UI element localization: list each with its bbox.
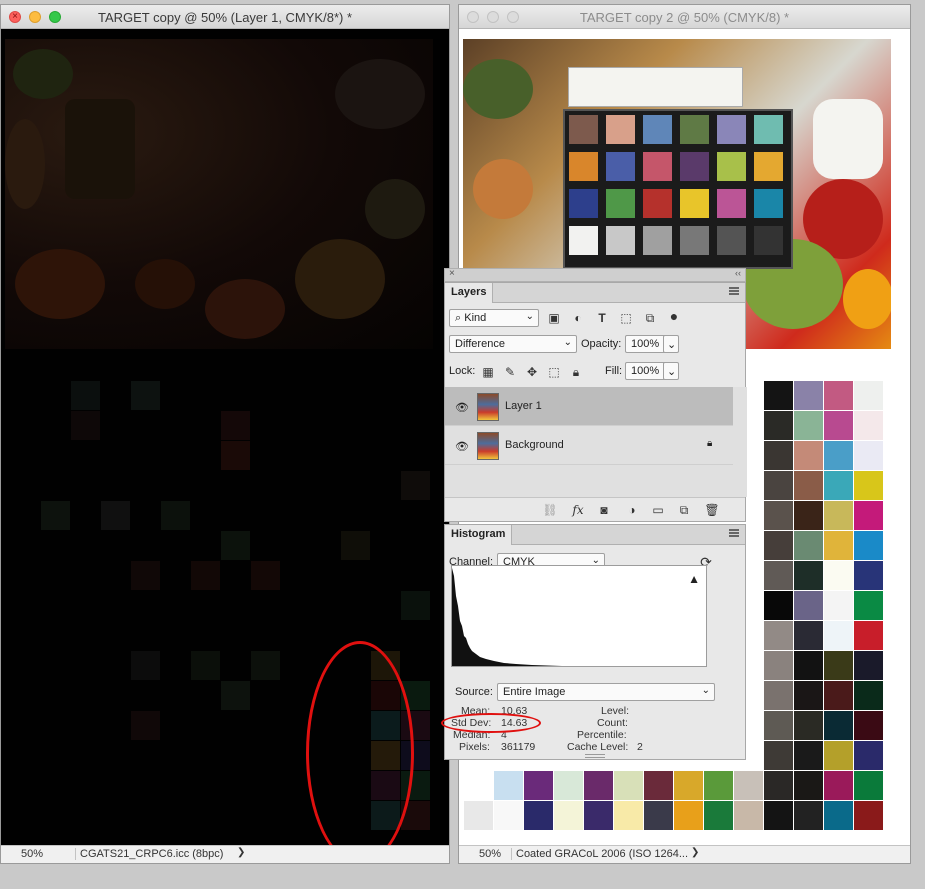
fill-label: Fill: bbox=[605, 365, 623, 377]
blend-mode-select[interactable]: Difference ⌄ bbox=[449, 335, 577, 353]
histogram-graph: ▲ bbox=[451, 565, 707, 667]
percentile-label: Percentile: bbox=[577, 729, 627, 741]
filter-adjustment-icon[interactable]: ◐ bbox=[569, 309, 587, 327]
link-layers-icon[interactable]: ⛓︎ bbox=[541, 501, 559, 519]
filter-smart-object-icon[interactable]: ⧉ bbox=[641, 309, 659, 327]
tab-histogram[interactable]: Histogram bbox=[445, 525, 513, 545]
chevron-down-icon: ⌄ bbox=[563, 337, 572, 348]
panel-menu-icon[interactable] bbox=[729, 287, 739, 295]
layer-row-background[interactable]: 👁︎ Background 🔒︎ bbox=[445, 426, 733, 465]
difference-image bbox=[5, 39, 433, 349]
layer-row-layer-1[interactable]: 👁︎ Layer 1 bbox=[445, 387, 733, 426]
lock-artboard-icon[interactable]: ⬚ bbox=[545, 363, 563, 381]
lock-icon: 🔒︎ bbox=[707, 438, 713, 449]
lock-position-move-icon[interactable]: ✥ bbox=[523, 363, 541, 381]
add-mask-icon[interactable]: ◙ bbox=[595, 501, 613, 519]
chevron-down-icon: ⌄ bbox=[525, 311, 534, 322]
opacity-value: 100% bbox=[631, 338, 660, 350]
chevron-down-icon[interactable]: ⌄ bbox=[663, 335, 679, 353]
document-window-layer1[interactable]: × TARGET copy @ 50% (Layer 1, CMYK/8*) * bbox=[0, 4, 450, 864]
filter-pixel-icon[interactable]: ▣ bbox=[545, 309, 563, 327]
panel-dock-header[interactable]: × ‹‹ bbox=[444, 268, 746, 282]
cache-level-label: Cache Level: bbox=[567, 741, 629, 753]
lock-transparency-icon[interactable]: ▦ bbox=[479, 363, 497, 381]
blend-mode-value: Difference bbox=[455, 338, 505, 350]
resize-grip-icon[interactable] bbox=[585, 754, 605, 758]
panel-menu-icon[interactable] bbox=[729, 529, 739, 537]
tab-layers[interactable]: Layers bbox=[445, 283, 494, 303]
layers-footer: ⛓︎ fx ◙ ◑ ▭ ⧉ 🗑︎ bbox=[445, 497, 745, 521]
source-value: Entire Image bbox=[503, 686, 566, 698]
count-label: Count: bbox=[597, 717, 628, 729]
chevron-right-icon[interactable]: ❯ bbox=[237, 847, 245, 858]
window-titlebar[interactable]: × TARGET copy @ 50% (Layer 1, CMYK/8*) * bbox=[1, 5, 449, 29]
layer-name[interactable]: Background bbox=[505, 439, 564, 451]
search-icon: ⌕ bbox=[455, 312, 462, 324]
red-annotation-ellipse bbox=[441, 713, 541, 733]
layers-panel: Layers ⌕ Kind ⌄ ▣ ◐ T ⬚ ⧉ ● Difference ⌄… bbox=[444, 282, 747, 522]
eye-visibility-icon[interactable]: 👁︎ bbox=[455, 440, 469, 453]
document-canvas[interactable] bbox=[1, 29, 449, 845]
opacity-label: Opacity: bbox=[581, 338, 622, 350]
new-group-folder-icon[interactable]: ▭ bbox=[649, 501, 667, 519]
histogram-tab-row: Histogram bbox=[445, 525, 745, 545]
histogram-panel: Histogram Channel: CMYK ⌄ ⟳ ▲ Source: En… bbox=[441, 524, 746, 760]
histogram-chart bbox=[452, 568, 562, 666]
warning-icon: ▲ bbox=[688, 572, 700, 586]
pixels-label: Pixels: bbox=[459, 741, 490, 753]
trash-icon[interactable]: 🗑︎ bbox=[703, 501, 721, 519]
filter-toggle-icon[interactable]: ● bbox=[665, 307, 683, 325]
document-profile[interactable]: CGATS21_CRPC6.icc (8bpc) bbox=[75, 848, 235, 860]
status-bar: 50% Coated GRACoL 2006 (ISO 1264... ❯ bbox=[459, 845, 910, 863]
kind-label: Kind bbox=[464, 312, 487, 324]
window-title: TARGET copy 2 @ 50% (CMYK/8) * bbox=[579, 10, 790, 25]
source-label: Source: bbox=[455, 686, 493, 698]
window-titlebar[interactable]: TARGET copy 2 @ 50% (CMYK/8) * bbox=[459, 5, 910, 29]
layer-thumbnail bbox=[477, 393, 499, 421]
fill-value: 100% bbox=[631, 365, 660, 377]
chevron-down-icon[interactable]: ⌄ bbox=[663, 362, 679, 380]
new-layer-icon[interactable]: ⧉ bbox=[675, 501, 693, 519]
layer-name[interactable]: Layer 1 bbox=[505, 400, 542, 412]
color-checker bbox=[563, 109, 793, 269]
filter-type-icon[interactable]: T bbox=[593, 309, 611, 327]
lock-image-brush-icon[interactable]: ✎ bbox=[501, 363, 519, 381]
eye-visibility-icon[interactable]: 👁︎ bbox=[455, 401, 469, 414]
cache-level-value: 2 bbox=[637, 741, 643, 753]
lock-label: Lock: bbox=[449, 365, 476, 377]
chevron-right-icon[interactable]: ❯ bbox=[691, 847, 699, 858]
chevron-down-icon: ⌄ bbox=[701, 685, 710, 696]
kind-filter-select[interactable]: ⌕ Kind ⌄ bbox=[449, 309, 539, 327]
layer-thumbnail bbox=[477, 432, 499, 460]
fx-button[interactable]: fx bbox=[569, 501, 587, 519]
source-select[interactable]: Entire Image ⌄ bbox=[497, 683, 715, 701]
document-profile[interactable]: Coated GRACoL 2006 (ISO 1264... bbox=[511, 848, 691, 860]
ruler-card bbox=[568, 67, 743, 107]
pixels-value: 361179 bbox=[501, 741, 536, 753]
new-adjustment-layer-icon[interactable]: ◑ bbox=[623, 501, 641, 519]
collapse-icon[interactable]: ‹‹ bbox=[735, 268, 741, 278]
filter-shape-icon[interactable]: ⬚ bbox=[617, 309, 635, 327]
layers-list: 👁︎ Layer 1 👁︎ Background 🔒︎ bbox=[445, 387, 747, 497]
lock-all-icon[interactable]: 🔒︎ bbox=[567, 363, 585, 381]
zoom-level[interactable]: 50% bbox=[21, 848, 61, 860]
close-icon[interactable]: × bbox=[449, 268, 455, 279]
window-title: TARGET copy @ 50% (Layer 1, CMYK/8*) * bbox=[97, 10, 353, 25]
layers-tab-row: Layers bbox=[445, 283, 745, 303]
status-bar: 50% CGATS21_CRPC6.icc (8bpc) ❯ bbox=[1, 845, 449, 863]
level-label: Level: bbox=[601, 705, 630, 717]
